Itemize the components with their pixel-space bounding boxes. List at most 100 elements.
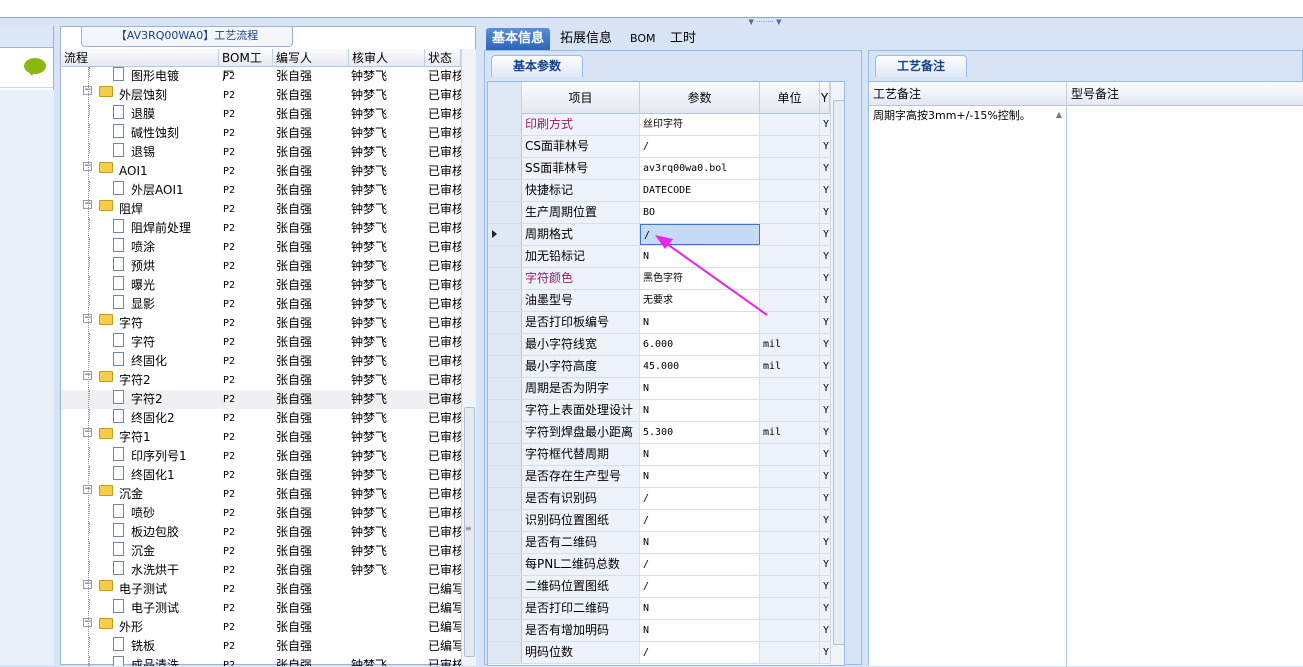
row-indicator[interactable]	[488, 488, 522, 509]
process-note-text[interactable]: 周期字高按3mm+/-15%控制。	[869, 106, 1067, 667]
top-splitter[interactable]	[0, 18, 1303, 26]
row-indicator[interactable]	[488, 620, 522, 641]
row-indicator[interactable]	[488, 312, 522, 333]
params-scroll-thumb[interactable]	[833, 100, 844, 645]
param-value[interactable]: 6.000	[640, 334, 760, 355]
tree-row[interactable]: 终固化 P2 张自强 钟梦飞 已审核	[61, 352, 461, 371]
row-indicator[interactable]	[488, 642, 522, 663]
tree-row[interactable]: − 阻焊 P2 张自强 钟梦飞 已审核	[61, 200, 461, 219]
col-header-flow[interactable]: 流程	[61, 49, 219, 67]
row-indicator[interactable]	[488, 422, 522, 443]
tree-row[interactable]: 阻焊前处理 P2 张自强 钟梦飞 已审核	[61, 219, 461, 238]
param-row[interactable]: 字符到焊盘最小距离 5.300 mil Y	[488, 422, 844, 444]
row-indicator[interactable]	[488, 136, 522, 157]
param-value[interactable]: DATECODE	[640, 180, 760, 201]
tree-row[interactable]: 终固化2 P2 张自强 钟梦飞 已审核	[61, 409, 461, 428]
tree-row[interactable]: 喷涂 P2 张自强 钟梦飞 已审核	[61, 238, 461, 257]
col-header-unit[interactable]: 单位	[760, 82, 820, 114]
tree-row[interactable]: 预烘 P2 张自强 钟梦飞 已审核	[61, 257, 461, 276]
param-row[interactable]: 是否有识别码 / Y	[488, 488, 844, 510]
param-row[interactable]: 是否存在生产型号 N Y	[488, 466, 844, 488]
tab-basic-info[interactable]: 基本信息	[486, 28, 551, 50]
param-row[interactable]: 最小字符高度 45.000 mil Y	[488, 356, 844, 378]
param-row[interactable]: 二维码位置图纸 / Y	[488, 576, 844, 598]
chat-bubble-icon[interactable]	[24, 58, 46, 76]
param-row[interactable]: 生产周期位置 BO Y	[488, 202, 844, 224]
row-indicator[interactable]	[488, 466, 522, 487]
param-row[interactable]: 字符框代替周期 N Y	[488, 444, 844, 466]
tree-row[interactable]: − 外层蚀刻 P2 张自强 钟梦飞 已审核	[61, 86, 461, 105]
tab-extended-info[interactable]: 拓展信息	[554, 28, 618, 50]
param-value[interactable]: /	[640, 576, 760, 597]
tree-row[interactable]: − 电子测试 P2 张自强 已编写	[61, 580, 461, 599]
tab-work-hours[interactable]: 工时	[664, 28, 702, 50]
col-header-bom[interactable]: BOM工厂	[219, 49, 273, 83]
tab-basic-params[interactable]: 基本参数	[491, 55, 583, 77]
param-row[interactable]: 周期是否为阴字 N Y	[488, 378, 844, 400]
param-value[interactable]: /	[640, 488, 760, 509]
col-header-model-note[interactable]: 型号备注	[1067, 82, 1303, 106]
tree-row[interactable]: 图形电镀 P2 张自强 钟梦飞 已审核	[61, 67, 461, 86]
row-indicator[interactable]	[488, 598, 522, 619]
param-value[interactable]: 5.300	[640, 422, 760, 443]
tree-row[interactable]: 退膜 P2 张自强 钟梦飞 已审核	[61, 105, 461, 124]
row-indicator[interactable]	[488, 356, 522, 377]
tree-row[interactable]: 显影 P2 张自强 钟梦飞 已审核	[61, 295, 461, 314]
row-indicator[interactable]	[488, 554, 522, 575]
param-value[interactable]: N	[640, 620, 760, 641]
tree-row[interactable]: 字符2 P2 张自强 钟梦飞 已审核	[61, 390, 461, 409]
tree-row[interactable]: 曝光 P2 张自强 钟梦飞 已审核	[61, 276, 461, 295]
row-indicator[interactable]	[488, 400, 522, 421]
tree-row[interactable]: 喷砂 P2 张自强 钟梦飞 已审核	[61, 504, 461, 523]
param-row[interactable]: 每PNL二维码总数 / Y	[488, 554, 844, 576]
tree-row[interactable]: 电子测试 P2 张自强 已编写	[61, 599, 461, 618]
param-value[interactable]: 丝印字符	[640, 114, 760, 135]
tree-row[interactable]: 铣板 P2 张自强 已编写	[61, 637, 461, 656]
param-row[interactable]: 识别码位置图纸 / Y	[488, 510, 844, 532]
param-value[interactable]: /	[640, 554, 760, 575]
row-indicator[interactable]	[488, 334, 522, 355]
tree-row[interactable]: 终固化1 P2 张自强 钟梦飞 已审核	[61, 466, 461, 485]
param-value[interactable]: N	[640, 532, 760, 553]
col-header-item[interactable]: 项目	[522, 82, 640, 114]
param-value[interactable]: BO	[640, 202, 760, 223]
col-header-y[interactable]: Y	[820, 82, 830, 114]
param-value[interactable]: /	[640, 136, 760, 157]
tree-row[interactable]: 水洗烘干 P2 张自强 钟梦飞 已审核	[61, 561, 461, 580]
param-value[interactable]: /	[640, 642, 760, 663]
tree-row[interactable]: − 沉金 P2 张自强 钟梦飞 已审核	[61, 485, 461, 504]
row-indicator[interactable]	[488, 576, 522, 597]
param-row[interactable]: 是否打印二维码 N Y	[488, 598, 844, 620]
param-row[interactable]: 明码位数 / Y	[488, 642, 844, 664]
row-indicator[interactable]	[488, 158, 522, 179]
row-indicator[interactable]	[488, 268, 522, 289]
param-value[interactable]: /	[640, 510, 760, 531]
tree-row[interactable]: − 外形 P2 张自强 已编写	[61, 618, 461, 637]
param-row[interactable]: CS面菲林号 / Y	[488, 136, 844, 158]
tree-row[interactable]: − AOI1 P2 张自强 钟梦飞 已审核	[61, 162, 461, 181]
param-row[interactable]: 是否有二维码 N Y	[488, 532, 844, 554]
note-scroll-up-icon[interactable]: ▲	[1053, 110, 1065, 122]
tree-row[interactable]: 板边包胶 P2 张自强 钟梦飞 已审核	[61, 523, 461, 542]
tab-bom[interactable]: BOM	[624, 28, 662, 50]
row-indicator[interactable]	[488, 114, 522, 135]
tree-row[interactable]: 外层AOI1 P2 张自强 钟梦飞 已审核	[61, 181, 461, 200]
col-header-status[interactable]: 状态	[425, 49, 461, 67]
middle-splitter[interactable]	[476, 26, 484, 665]
param-row[interactable]: 是否有增加明码 N Y	[488, 620, 844, 642]
tree-row[interactable]: 沉金 P2 张自强 钟梦飞 已审核	[61, 542, 461, 561]
row-indicator[interactable]	[488, 202, 522, 223]
row-indicator[interactable]	[488, 290, 522, 311]
param-row[interactable]: 印刷方式 丝印字符 Y	[488, 114, 844, 136]
tree-row[interactable]: 字符 P2 张自强 钟梦飞 已审核	[61, 333, 461, 352]
tab-process-remarks[interactable]: 工艺备注	[875, 55, 967, 77]
tree-row[interactable]: 退锡 P2 张自强 钟梦飞 已审核	[61, 143, 461, 162]
tree-row[interactable]: − 字符 P2 张自强 钟梦飞 已审核	[61, 314, 461, 333]
param-value[interactable]: N	[640, 444, 760, 465]
tree-row[interactable]: 印序列号1 P2 张自强 钟梦飞 已审核	[61, 447, 461, 466]
col-header-writer[interactable]: 编写人	[273, 49, 349, 67]
param-row[interactable]: SS面菲林号 av3rq00wa0.bol Y	[488, 158, 844, 180]
row-indicator[interactable]	[488, 246, 522, 267]
param-row[interactable]: 快捷标记 DATECODE Y	[488, 180, 844, 202]
row-indicator[interactable]	[488, 444, 522, 465]
